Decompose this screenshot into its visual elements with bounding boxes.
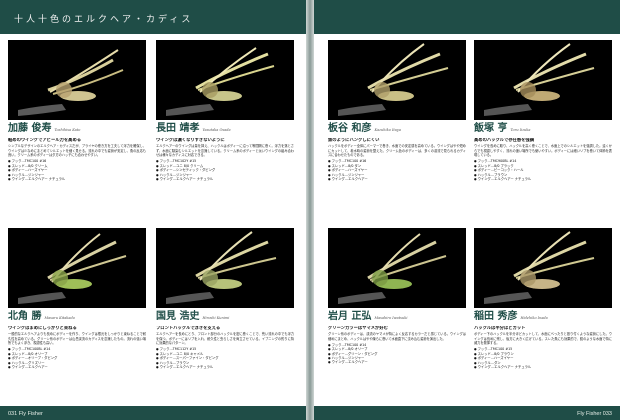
fly-subtitle: ウイングはまめにしっかりと束ねる xyxy=(8,326,77,331)
fly-photo xyxy=(156,228,294,308)
fly-subtitle: グリーンカラーはヤマメが好む xyxy=(328,326,388,331)
fly-description: 一般的なエルクヘアよりも長めにボディーを作り、ウイングは根元をしっかりと束ねるこ… xyxy=(8,332,146,346)
fly-description: エルクヘアーを長めにとり、フロント部分のハックルを密に巻くことで、荒い流れの中で… xyxy=(156,332,294,346)
right-page: 板谷 和彦 Kazuhiko Itaya 魚のようにハングしにくい ハックルをボデ… xyxy=(314,0,620,420)
fly-recipe: フック…TMC100 #16スレッド…8/0 クリームボディー…ハーズイヤーハッ… xyxy=(8,159,146,181)
fly-subtitle: 軽めのウイングでアピール力を高める xyxy=(8,138,82,143)
left-page: 十人十色のエルクヘア・カディス 加藤 俊寿 Toshihisa Kato 軽めのウ… xyxy=(0,0,306,420)
tyer-name: 飯塚 亨 Toru Iizuka xyxy=(474,123,531,134)
tyer-name: 板谷 和彦 Kazuhiko Itaya xyxy=(328,123,401,134)
fly-recipe: フック…TMC102Y #15スレッド…ユニ 8/0 クリームボディー…シンセテ… xyxy=(156,159,294,181)
footer-bar: Fly Fisher 033 xyxy=(314,406,620,420)
fly-photo xyxy=(328,228,466,308)
header-bar: 十人十色のエルクヘア・カディス xyxy=(0,0,306,34)
page-folio: 031 Fly Fisher xyxy=(8,411,43,417)
fly-subtitle: フロントハックルで浮きを支える xyxy=(156,326,221,331)
fly-recipe: フック…TMC100 #15スレッド…8/0 ブラウンボディー…ハーズイヤーハッ… xyxy=(474,347,612,369)
fly-recipe: フック…TMC100BL #14スレッド…8/0 オリーブボディー…オリーブ・ダ… xyxy=(8,347,146,369)
fly-description: シンプルなデザインのエルクヘア・カディスだが、プライヤの巻き方を工夫して浮力を確… xyxy=(8,144,146,158)
tyer-name: 長田 靖孝 Yasutaka Osada xyxy=(156,123,231,134)
tyer-name: 国見 浩史 Hiroshi Kunimi xyxy=(156,311,230,322)
series-title: 十人十色のエルクヘア・カディス xyxy=(14,15,194,25)
fly-description: ハックルをボディー全体にパーマーで巻き、水面での安定感を高めている。ウイングはや… xyxy=(328,144,466,158)
fly-description: エルクヘアーのウイングは量を抑え、ハックルはボディーに沿って等間隔に巻く。浮力を… xyxy=(156,144,294,158)
fly-entry: 加藤 俊寿 Toshihisa Kato 軽めのウイングでアピール力を高める シン… xyxy=(8,123,146,181)
fly-entry: 北角 勝 Masaru Kitakado ウイングはまめにしっかりと束ねる 一般的… xyxy=(8,311,146,369)
fly-subtitle: ウイングは濃くなりすぎないように xyxy=(156,138,225,143)
fly-entry: 岩月 正弘 Masahiro Iwatsuki グリーンカラーはヤマメが好む グリ… xyxy=(328,311,466,365)
fly-description: ウイングを長めに取り、ハックルを高く巻くことで、水面上でのシルエットを強調した。… xyxy=(474,144,612,158)
fly-entry: 飯塚 亨 Toru Iizuka 高めのハックルで存在感を強調 ウイングを長めに取… xyxy=(474,123,612,181)
header-bar xyxy=(314,0,620,34)
fly-subtitle: 高めのハックルで存在感を強調 xyxy=(474,138,535,143)
fly-photo xyxy=(8,40,146,120)
fly-entry: 国見 浩史 Hiroshi Kunimi フロントハックルで浮きを支える エルクヘ… xyxy=(156,311,294,369)
fly-recipe: フック…TMC900BL #14スレッド…8/0 ブラックボディー…ピーコック・… xyxy=(474,159,612,181)
page-folio: Fly Fisher 033 xyxy=(577,411,612,417)
fly-photo xyxy=(8,228,146,308)
fly-photo xyxy=(328,40,466,120)
fly-subtitle: 魚のようにハングしにくい xyxy=(328,138,380,143)
fly-photo xyxy=(474,228,612,308)
tyer-name: 稲田 秀彦 Hidehiko Inada xyxy=(474,311,548,322)
fly-recipe: フック…TMC112Y #15スレッド…ユニ 8/0 キャメルボディー…スーパー… xyxy=(156,347,294,369)
fly-entry: 稲田 秀彦 Hidehiko Inada ハックルは半分ほどカット ボディー下のハ… xyxy=(474,311,612,369)
fly-recipe: フック…TMC100 #16スレッド…8/0 タンボディー…ハーズイヤーハックル… xyxy=(328,159,466,181)
fly-recipe: フック…TMC100 #14スレッド…8/0 オリーブボディー…グリーン・ダビン… xyxy=(328,343,466,365)
fly-description: ボディー下のハックルを半分ほどカットして、水面にべったりと張り付くような姿勢にし… xyxy=(474,332,612,346)
fly-photo xyxy=(474,40,612,120)
fly-photo xyxy=(156,40,294,120)
tyer-name: 岩月 正弘 Masahiro Iwatsuki xyxy=(328,311,408,322)
fly-subtitle: ハックルは半分ほどカット xyxy=(474,326,526,331)
tyer-name: 北角 勝 Masaru Kitakado xyxy=(8,311,75,322)
fly-entry: 長田 靖孝 Yasutaka Osada ウイングは濃くなりすぎないように エルク… xyxy=(156,123,294,181)
footer-bar: 031 Fly Fisher xyxy=(0,406,306,420)
fly-description: グリーン系のボディーは、渓流のヤマメが特によく反応するカラーだと感じている。ウイ… xyxy=(328,332,466,341)
fly-entry: 板谷 和彦 Kazuhiko Itaya 魚のようにハングしにくい ハックルをボデ… xyxy=(328,123,466,181)
spine-gutter xyxy=(306,0,314,420)
tyer-name: 加藤 俊寿 Toshihisa Kato xyxy=(8,123,81,134)
